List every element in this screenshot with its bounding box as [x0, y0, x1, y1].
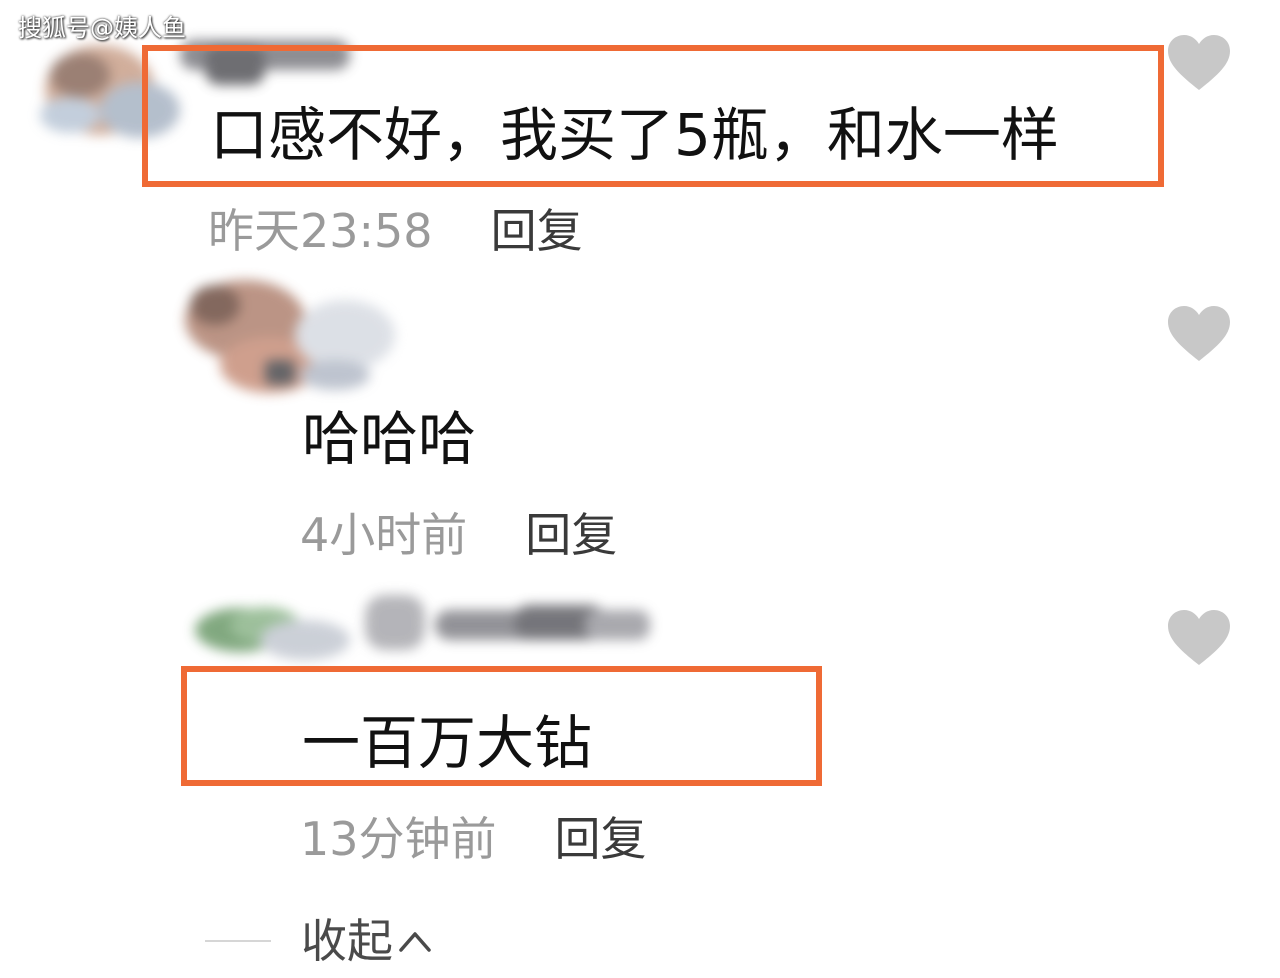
comment-text: 哈哈哈 — [302, 405, 477, 473]
comment-time: 13分钟前 — [300, 812, 497, 866]
watermark: 搜狐号@姨人鱼 — [18, 14, 186, 42]
heart-icon[interactable] — [1166, 608, 1232, 668]
reply-button[interactable]: 回复 — [491, 204, 583, 258]
comment-time: 4小时前 — [300, 508, 468, 562]
heart-icon[interactable] — [1166, 304, 1232, 364]
collapse-replies-button[interactable]: 收起 — [205, 918, 433, 964]
reply-button[interactable]: 回复 — [555, 812, 647, 866]
comment-text: 口感不好，我买了5瓶，和水一样 — [210, 101, 1059, 169]
chevron-up-icon — [399, 932, 431, 952]
comment-meta: 4小时前 回复 — [300, 512, 617, 558]
reply-button[interactable]: 回复 — [525, 508, 617, 562]
collapse-label: 收起 — [301, 914, 393, 968]
comment-meta: 13分钟前 回复 — [300, 816, 647, 862]
comment-time: 昨天23:58 — [208, 204, 433, 258]
divider — [205, 940, 271, 942]
blurred-avatar — [185, 280, 395, 393]
blurred-avatar — [195, 595, 650, 660]
comment-text: 一百万大钻 — [302, 709, 593, 777]
heart-icon[interactable] — [1166, 33, 1232, 93]
comment-thread-screenshot: 搜狐号@姨人鱼 口感不好，我买了5瓶，和水一样 昨天23:58 回复 哈哈哈 4… — [0, 0, 1280, 978]
comment-meta: 昨天23:58 回复 — [208, 208, 583, 254]
